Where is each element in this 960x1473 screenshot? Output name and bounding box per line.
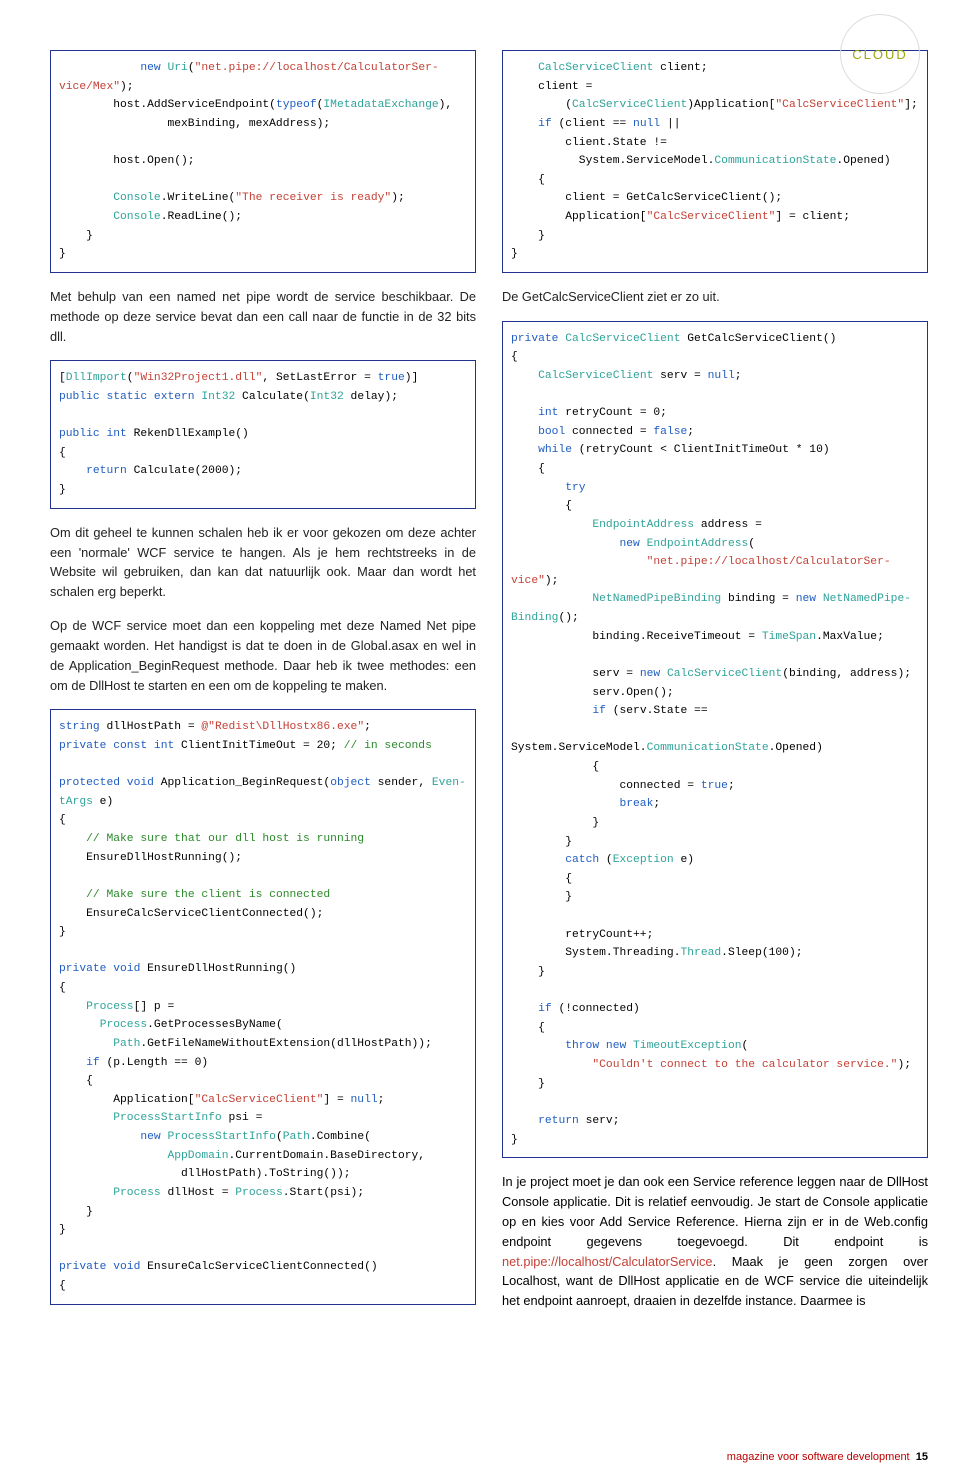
right-column: CalcServiceClient client; client = (Calc…	[502, 50, 928, 1325]
paragraph: De GetCalcServiceClient ziet er zo uit.	[502, 287, 928, 307]
code-block-1: new Uri("net.pipe://localhost/Calculator…	[50, 50, 476, 273]
paragraph: Om dit geheel te kunnen schalen heb ik e…	[50, 523, 476, 602]
footer-text: magazine voor software development	[727, 1451, 910, 1463]
paragraph: Op de WCF service moet dan een koppeling…	[50, 616, 476, 695]
page-footer: magazine voor software development 15	[727, 1451, 928, 1463]
paragraph: Met behulp van een named net pipe wordt …	[50, 287, 476, 346]
cloud-badge: CLOUD	[840, 14, 920, 94]
left-column: new Uri("net.pipe://localhost/Calculator…	[50, 50, 476, 1325]
paragraph: In je project moet je dan ook een Servic…	[502, 1172, 928, 1311]
code-block-3: string dllHostPath = @"Redist\DllHostx86…	[50, 709, 476, 1304]
code-block-5: private CalcServiceClient GetCalcService…	[502, 321, 928, 1159]
code-block-2: [DllImport("Win32Project1.dll", SetLastE…	[50, 360, 476, 508]
page-number: 15	[916, 1451, 928, 1463]
